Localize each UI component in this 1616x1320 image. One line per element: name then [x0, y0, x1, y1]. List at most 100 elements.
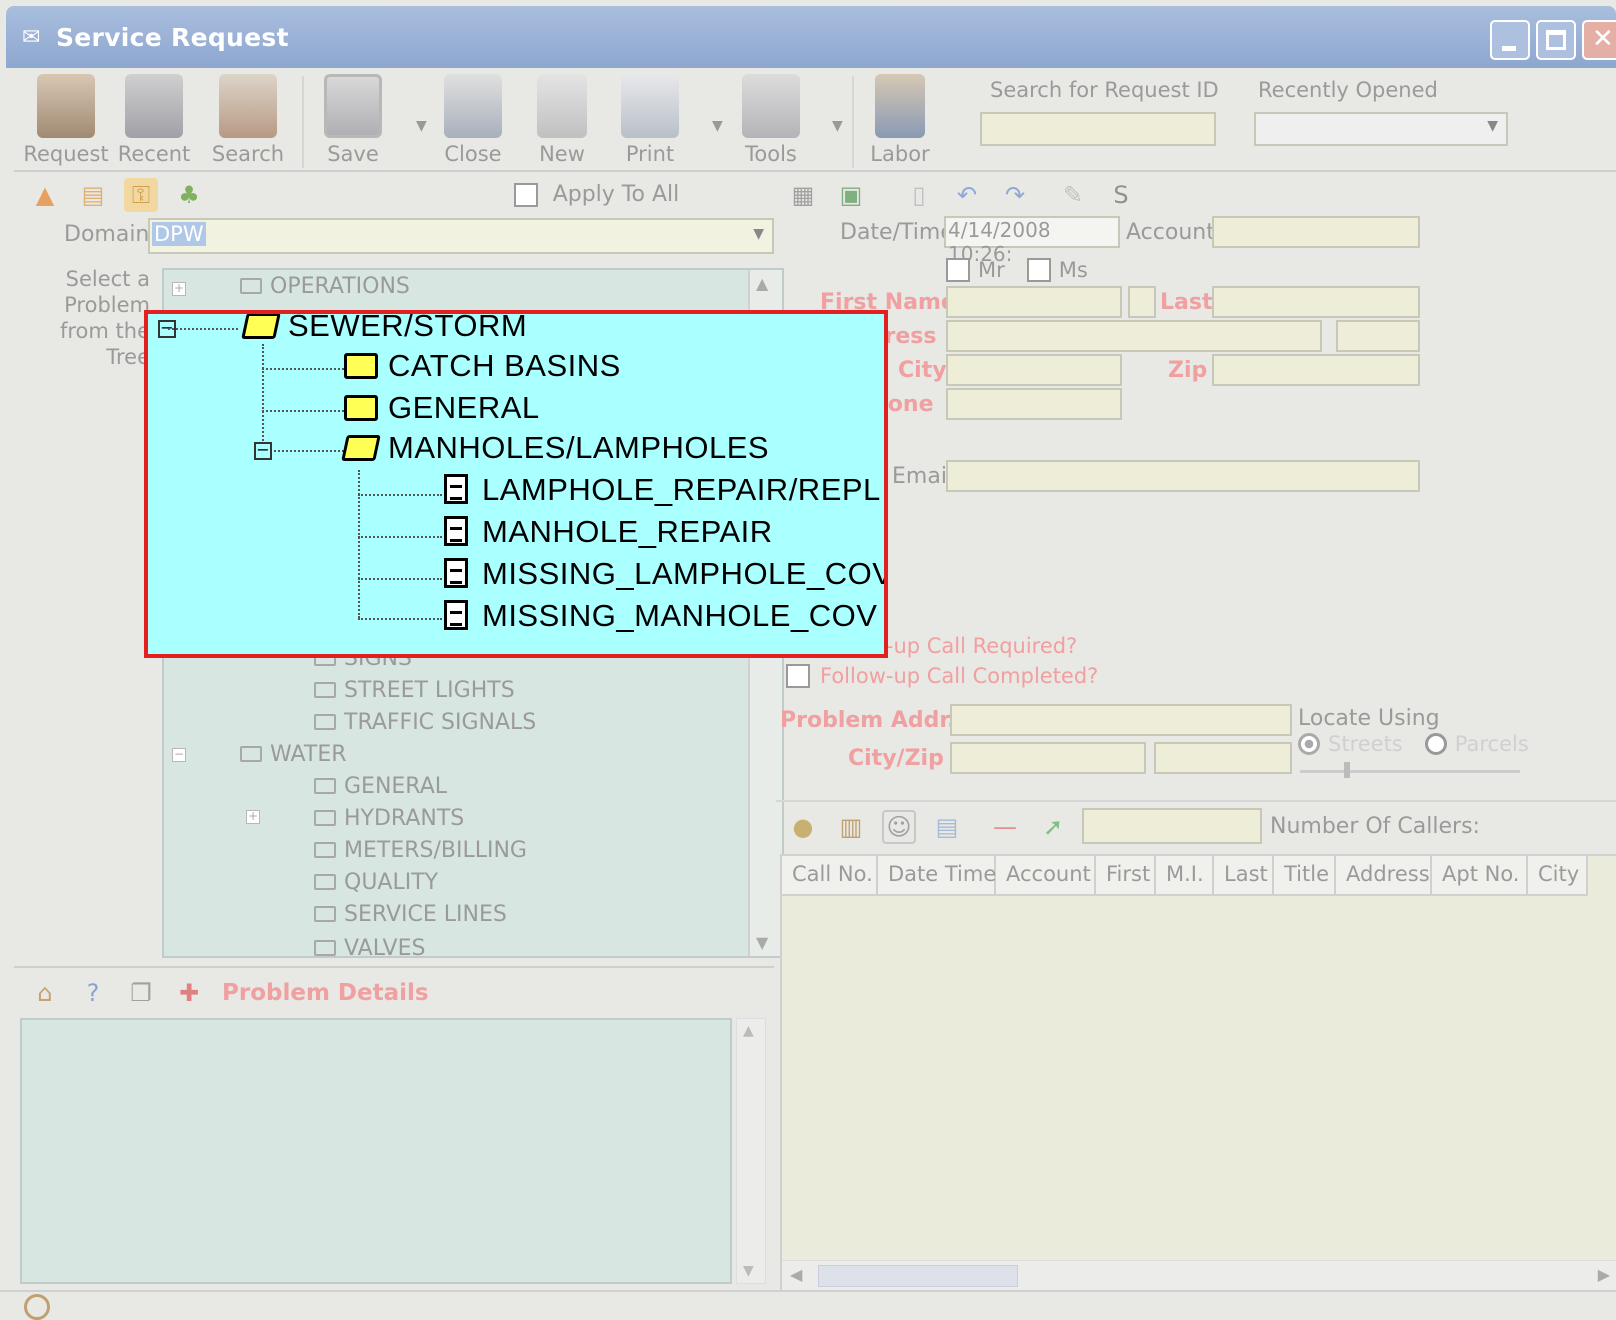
mr-checkbox[interactable]	[946, 258, 970, 282]
arrow-icon[interactable]: ➚	[1036, 810, 1070, 844]
column-header[interactable]: Last	[1214, 856, 1274, 896]
redo-icon[interactable]: ↷	[998, 178, 1032, 212]
collapse-icon[interactable]: −	[254, 442, 272, 460]
maximize-button[interactable]	[1536, 20, 1576, 60]
scroll-down-icon[interactable]: ▼	[743, 1263, 754, 1279]
add-detail-icon[interactable]: ✚	[172, 976, 206, 1010]
tools-dropdown-icon[interactable]: ▼	[832, 118, 843, 134]
tree-item-water-general[interactable]: GENERAL	[314, 774, 447, 799]
locate-slider[interactable]	[1300, 762, 1520, 778]
problem-addr-field[interactable]	[950, 704, 1292, 736]
followup-completed-checkbox[interactable]	[786, 664, 810, 688]
tree-item-missing-manhole[interactable]: MISSING_MANHOLE_COV	[444, 598, 877, 634]
tree-item-quality[interactable]: QUALITY	[314, 870, 438, 895]
tree-item-sewer-storm[interactable]: SEWER/STORM	[241, 314, 527, 344]
search-id-input[interactable]	[980, 112, 1216, 146]
parcels-radio[interactable]	[1424, 733, 1447, 755]
column-header[interactable]: Apt No.	[1432, 856, 1528, 896]
labor-button[interactable]: Labor	[864, 74, 936, 166]
tree-item-traffic-signals[interactable]: TRAFFIC SIGNALS	[314, 710, 536, 735]
column-header[interactable]: M.I.	[1156, 856, 1214, 896]
tree-item-hydrants[interactable]: HYDRANTS	[314, 806, 464, 831]
phone-field[interactable]	[946, 388, 1122, 420]
cone-icon[interactable]: ▲	[28, 178, 62, 212]
slider-thumb[interactable]	[1344, 762, 1350, 778]
address-field[interactable]	[946, 320, 1322, 352]
city-field[interactable]	[946, 354, 1122, 386]
scroll-right-icon[interactable]: ▶	[1598, 1265, 1610, 1284]
save-button[interactable]: Save	[314, 74, 392, 166]
tools-button[interactable]: Tools	[732, 74, 810, 166]
column-header[interactable]: Call No.	[782, 856, 878, 896]
apply-to-all[interactable]: Apply To All	[514, 182, 679, 207]
callers-grid[interactable]: Call No. Date Time Account First M.I. La…	[780, 854, 1616, 1294]
expand-icon[interactable]: +	[246, 810, 260, 824]
request-button[interactable]: Request	[22, 74, 110, 166]
page-icon[interactable]: ▯	[902, 178, 936, 212]
scroll-left-icon[interactable]: ◀	[790, 1265, 802, 1284]
tree-item-manhole-repair[interactable]: MANHOLE_REPAIR	[444, 514, 773, 550]
last-name-field[interactable]	[1212, 286, 1420, 318]
account-field[interactable]	[1212, 216, 1420, 248]
remove-icon[interactable]: —	[988, 810, 1022, 844]
key-icon[interactable]: ⚿	[124, 178, 158, 212]
home-icon[interactable]: ⌂	[28, 976, 62, 1010]
column-header[interactable]: City	[1528, 856, 1588, 896]
tree-item-operations[interactable]: OPERATIONS	[240, 274, 410, 299]
column-header[interactable]: Date Time	[878, 856, 996, 896]
tree-item-general[interactable]: GENERAL	[344, 390, 540, 426]
copy-icon[interactable]: ❐	[124, 976, 158, 1010]
tree-item-service-lines[interactable]: SERVICE LINES	[314, 902, 507, 927]
tree-item-missing-lamphole[interactable]: MISSING_LAMPHOLE_COV	[444, 556, 884, 592]
tree-item-lamphole-repair[interactable]: LAMPHOLE_REPAIR/REPL	[444, 472, 881, 508]
new-button[interactable]: New	[530, 74, 594, 166]
print-button[interactable]: Print	[614, 74, 686, 166]
apt-field[interactable]	[1336, 320, 1420, 352]
expand-icon[interactable]: +	[172, 282, 186, 296]
scroll-thumb[interactable]	[818, 1265, 1018, 1287]
apply-to-all-checkbox[interactable]	[514, 183, 538, 207]
collapse-icon[interactable]: −	[172, 748, 186, 762]
column-header[interactable]: Account	[996, 856, 1096, 896]
tree-item-manholes-lampholes[interactable]: MANHOLES/LAMPHOLES	[341, 430, 769, 466]
globe-icon[interactable]: ●	[786, 810, 820, 844]
close-window-button[interactable]: ✕	[1582, 20, 1616, 60]
datetime-field[interactable]: 4/14/2008 10:26:	[944, 216, 1120, 266]
column-header[interactable]: First	[1096, 856, 1156, 896]
notes-icon[interactable]: ▤	[930, 810, 964, 844]
document-list-icon[interactable]: ▤	[76, 178, 110, 212]
problem-city-field[interactable]	[950, 742, 1146, 774]
scroll-down-icon[interactable]: ▼	[756, 933, 768, 952]
column-header[interactable]: Address	[1336, 856, 1432, 896]
tree-item-catch-basins[interactable]: CATCH BASINS	[344, 348, 621, 384]
tree-item-street-lights[interactable]: STREET LIGHTS	[314, 678, 515, 703]
id-card-icon[interactable]: ▦	[786, 178, 820, 212]
tree-item-valves[interactable]: VALVES	[314, 936, 425, 956]
save-dropdown-icon[interactable]: ▼	[416, 118, 427, 134]
tree-item-water[interactable]: WATER	[240, 742, 347, 767]
first-name-field[interactable]	[946, 286, 1122, 318]
column-header[interactable]: Title	[1274, 856, 1336, 896]
tree-icon[interactable]: ♣	[172, 178, 206, 212]
print-dropdown-icon[interactable]: ▼	[712, 118, 723, 134]
ms-checkbox[interactable]	[1026, 258, 1051, 282]
caller-lookup-icon[interactable]: ☺	[882, 810, 916, 844]
grid-hscrollbar[interactable]: ◀ ▶	[782, 1260, 1616, 1292]
followup-completed[interactable]: Follow-up Call Completed?	[786, 664, 1098, 688]
undo-icon[interactable]: ↶	[950, 178, 984, 212]
minimize-button[interactable]	[1490, 20, 1530, 60]
problem-details-text[interactable]	[20, 1018, 732, 1284]
help-icon[interactable]: ?	[76, 976, 110, 1010]
scroll-up-icon[interactable]: ▲	[743, 1023, 754, 1039]
domain-select[interactable]: DPW ▼	[148, 218, 774, 254]
close-button[interactable]: Close	[434, 74, 512, 166]
email-field[interactable]	[946, 460, 1420, 492]
pin-icon[interactable]: ✎	[1056, 178, 1090, 212]
map-icon[interactable]: ▥	[834, 810, 868, 844]
zip-field[interactable]	[1212, 354, 1420, 386]
middle-initial-field[interactable]	[1128, 286, 1156, 318]
streets-radio[interactable]	[1298, 733, 1320, 755]
problem-zip-field[interactable]	[1154, 742, 1292, 774]
number-of-callers-field[interactable]	[1082, 808, 1262, 844]
recently-opened-select[interactable]: ▼	[1254, 112, 1508, 146]
